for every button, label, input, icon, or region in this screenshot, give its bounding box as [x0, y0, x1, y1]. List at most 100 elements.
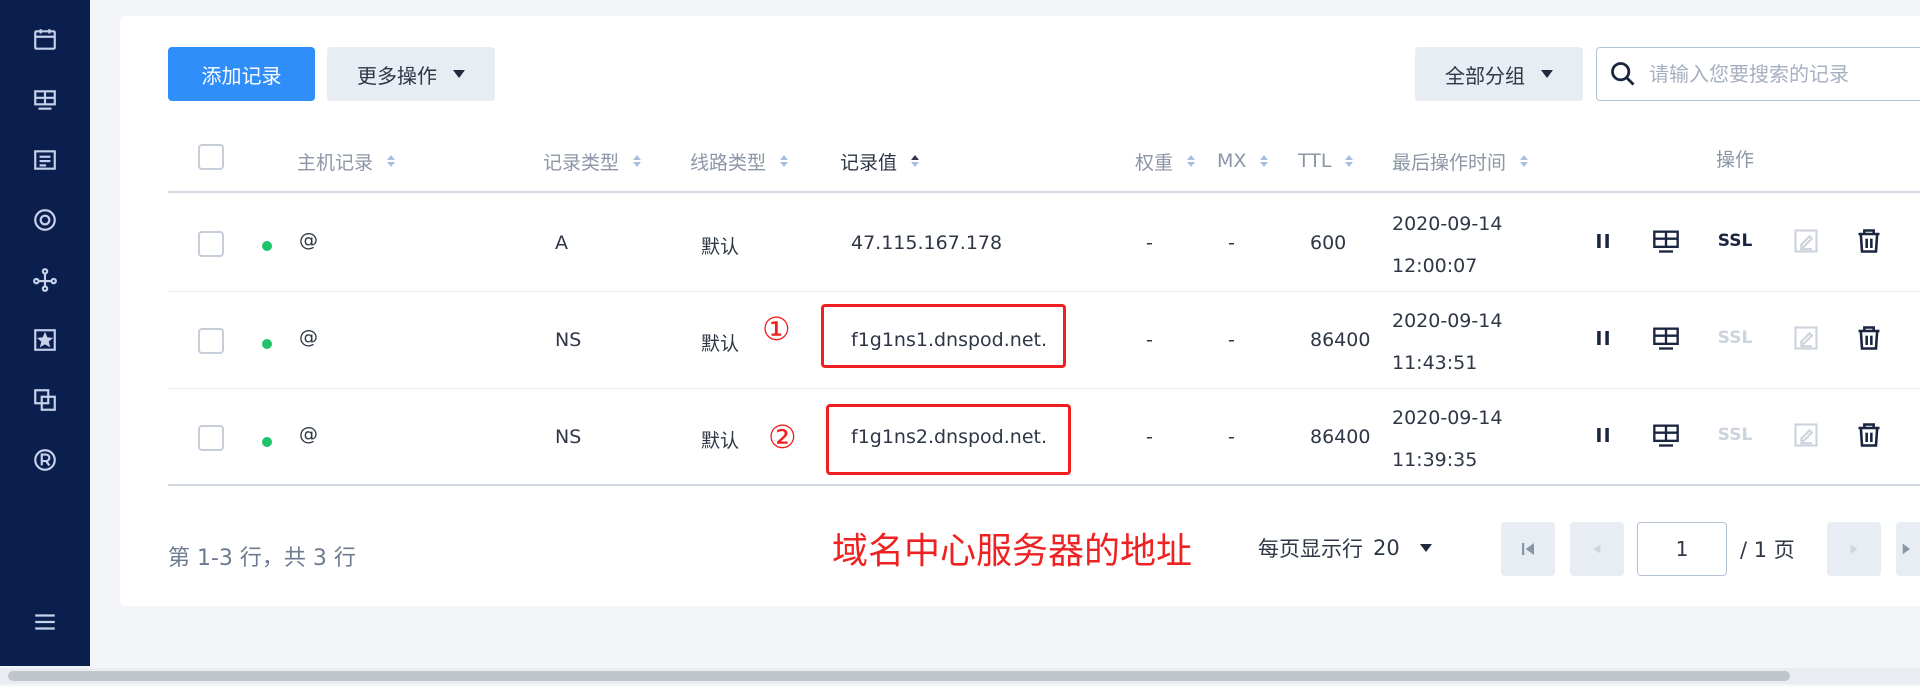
calendar-icon[interactable] — [30, 25, 60, 55]
th-weight[interactable]: 权重 — [1135, 146, 1196, 176]
cell-host: @ — [299, 423, 318, 445]
th-line[interactable]: 线路类型 — [690, 146, 789, 176]
group-filter-dropdown[interactable]: 全部分组 — [1415, 47, 1583, 101]
ssl-button[interactable]: SSL — [1717, 419, 1753, 451]
group-filter-label: 全部分组 — [1445, 63, 1525, 88]
sort-icon — [633, 155, 642, 167]
horizontal-scrollbar[interactable] — [0, 668, 1920, 684]
network-icon[interactable] — [30, 265, 60, 295]
cell-ttl: 86400 — [1310, 426, 1371, 448]
monitor-chart-icon[interactable] — [1650, 322, 1682, 354]
sort-icon — [911, 155, 920, 167]
search-input[interactable] — [1649, 62, 1909, 86]
edit-note-icon[interactable] — [1790, 419, 1822, 451]
highlight-box-ns1 — [821, 304, 1066, 368]
copy-icon[interactable] — [30, 385, 60, 415]
last-page-button[interactable] — [1896, 522, 1920, 576]
th-ops: 操作 — [1716, 143, 1754, 173]
cell-line: 默认 — [701, 333, 740, 355]
cell-weight: - — [1146, 426, 1153, 448]
list-icon[interactable] — [30, 145, 60, 175]
th-mx-label: MX — [1217, 150, 1247, 172]
monitor-chart-icon[interactable] — [1650, 225, 1682, 257]
cell-type: NS — [555, 426, 582, 448]
star-box-icon[interactable] — [30, 325, 60, 355]
cell-ttl: 86400 — [1310, 329, 1371, 351]
pause-icon[interactable] — [1587, 419, 1619, 451]
cell-type: A — [555, 232, 568, 254]
th-ops-label: 操作 — [1716, 148, 1755, 171]
chevron-down-icon — [1541, 70, 1553, 78]
cell-date: 2020-09-14 — [1392, 407, 1503, 429]
sort-icon — [1520, 155, 1529, 167]
scrollbar-thumb[interactable] — [8, 671, 1790, 681]
sort-icon — [1187, 155, 1196, 167]
search-icon — [1611, 62, 1635, 86]
cell-clock: 11:43:51 — [1392, 352, 1478, 374]
highlight-box-ns2 — [826, 404, 1071, 475]
more-actions-label: 更多操作 — [357, 63, 437, 88]
prev-page-button[interactable] — [1570, 522, 1624, 576]
edit-note-icon[interactable] — [1790, 322, 1822, 354]
trash-icon[interactable] — [1853, 225, 1885, 257]
next-page-button[interactable] — [1827, 522, 1881, 576]
cell-value[interactable]: 47.115.167.178 — [851, 232, 1002, 254]
status-dot — [262, 339, 272, 349]
status-dot — [262, 241, 272, 251]
status-dot — [262, 437, 272, 447]
th-type[interactable]: 记录类型 — [543, 146, 642, 176]
monitor-chart-icon[interactable] — [1650, 419, 1682, 451]
pause-icon[interactable] — [1587, 322, 1619, 354]
page-input[interactable] — [1637, 522, 1727, 576]
menu-icon[interactable] — [30, 607, 60, 637]
ssl-button[interactable]: SSL — [1717, 322, 1753, 354]
row-checkbox[interactable] — [198, 425, 224, 451]
ssl-button[interactable]: SSL — [1717, 225, 1753, 257]
sort-icon — [1260, 155, 1269, 167]
cell-weight: - — [1146, 232, 1153, 254]
cell-clock: 12:00:07 — [1392, 255, 1478, 277]
search-box[interactable] — [1596, 47, 1920, 101]
edit-note-icon[interactable] — [1790, 225, 1822, 257]
prev-page-icon — [1593, 544, 1601, 554]
table-bottom-divider — [168, 484, 1920, 486]
annotation-mark-1: ① — [762, 310, 791, 348]
more-actions-dropdown[interactable]: 更多操作 — [327, 47, 495, 101]
row-count: 第 1-3 行，共 3 行 — [168, 546, 356, 571]
per-page-value: 20 — [1373, 536, 1400, 560]
th-time[interactable]: 最后操作时间 — [1392, 146, 1529, 176]
registered-icon[interactable] — [30, 445, 60, 475]
row-checkbox[interactable] — [198, 231, 224, 257]
th-host-label: 主机记录 — [297, 151, 374, 174]
page-total: / 1 页 — [1740, 538, 1795, 562]
th-host[interactable]: 主机记录 — [297, 146, 396, 176]
trash-icon[interactable] — [1853, 419, 1885, 451]
cell-time: 2020-09-14 11:39:35 — [1392, 397, 1502, 481]
cell-type: NS — [555, 329, 582, 351]
cell-weight: - — [1146, 329, 1153, 351]
first-page-button[interactable] — [1501, 522, 1555, 576]
monitor-icon[interactable] — [30, 205, 60, 235]
add-record-button[interactable]: 添加记录 — [168, 47, 315, 101]
th-line-label: 线路类型 — [690, 151, 767, 174]
cell-mx: - — [1228, 232, 1235, 254]
per-page-selector[interactable]: 每页显示行 20 — [1258, 533, 1432, 563]
cell-host: @ — [299, 326, 318, 348]
th-mx[interactable]: MX — [1217, 146, 1269, 176]
annotation-mark-2: ② — [768, 418, 797, 456]
select-all-checkbox[interactable] — [198, 144, 224, 170]
first-page-icon — [1522, 543, 1534, 555]
dashboard-icon[interactable] — [30, 85, 60, 115]
cell-host: @ — [299, 229, 318, 251]
th-ttl[interactable]: TTL — [1298, 146, 1354, 176]
th-value[interactable]: 记录值 — [840, 146, 920, 176]
row-checkbox[interactable] — [198, 328, 224, 354]
th-ttl-label: TTL — [1298, 150, 1332, 172]
trash-icon[interactable] — [1853, 322, 1885, 354]
last-page-icon — [1902, 543, 1910, 555]
row-divider — [168, 388, 1920, 389]
pause-icon[interactable] — [1587, 225, 1619, 257]
cell-time: 2020-09-14 12:00:07 — [1392, 203, 1502, 287]
cell-line: 默认 — [701, 430, 740, 452]
sort-icon — [387, 155, 396, 167]
